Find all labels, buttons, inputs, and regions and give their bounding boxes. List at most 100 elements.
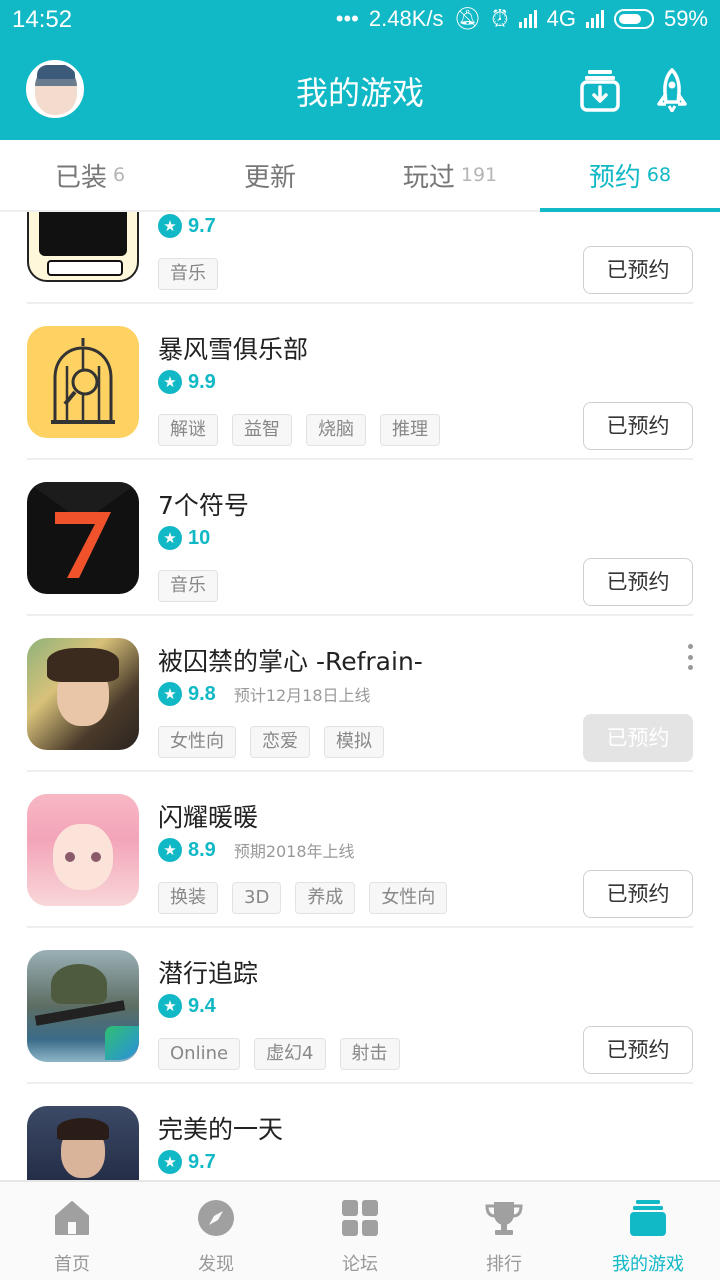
download-box-icon[interactable] [580, 68, 620, 112]
star-icon: ★ [158, 994, 182, 1018]
app-header: 我的游戏 [0, 40, 720, 140]
tag[interactable]: 解谜 [158, 414, 218, 446]
tag[interactable]: 女性向 [158, 726, 236, 758]
list-item[interactable]: 被囚禁的掌心 -Refrain- ★ 9.8 预计12月18日上线 女性向 恋爱… [0, 616, 720, 772]
rating-score: 9.8 [188, 682, 216, 705]
nav-discover[interactable]: 发现 [144, 1182, 288, 1280]
network-type: 4G [546, 6, 576, 31]
tag-list: 音乐 [158, 258, 218, 290]
tab-reserved[interactable]: 预约 68 [540, 140, 720, 212]
seven-symbol-icon [27, 482, 139, 578]
tag[interactable]: 3D [232, 882, 282, 914]
rocket-icon[interactable] [652, 68, 692, 112]
net-speed: 2.48K/s [368, 6, 444, 31]
rating-score: 9.9 [188, 370, 216, 393]
tag-list: 音乐 [158, 570, 218, 602]
reserved-button[interactable]: 已预约 [583, 1026, 693, 1074]
birdcage-icon [51, 338, 115, 424]
tag[interactable]: 女性向 [369, 882, 448, 914]
game-name[interactable]: 闪耀暖暖 [158, 798, 258, 834]
tag[interactable]: 射击 [339, 1038, 400, 1070]
game-icon-image [27, 950, 139, 1062]
tab-label: 预约 [588, 162, 641, 193]
reserved-games-list[interactable]: ★ 9.7 音乐 已预约 暴风雪俱乐部 ★ 9.9 解谜 益智 烧脑 推理 已预… [0, 212, 720, 1180]
star-icon: ★ [158, 370, 182, 394]
more-dots-icon: ••• [335, 6, 359, 31]
game-icon-image [27, 326, 139, 438]
rating-score: 9.7 [188, 214, 216, 237]
tag[interactable]: 音乐 [158, 258, 218, 290]
status-time: 14:52 [12, 6, 73, 33]
icon-badge [105, 1026, 139, 1060]
status-right: ••• 2.48K/s 🔕︎ ⏰︎ 4G 59% [336, 6, 708, 32]
tab-installed[interactable]: 已装 6 [0, 140, 180, 210]
tag-list: 换装 3D 养成 女性向 [158, 882, 448, 914]
game-rating: ★ 9.7 [158, 1150, 216, 1174]
game-name[interactable]: 7个符号 [158, 486, 249, 522]
star-icon: ★ [158, 682, 182, 706]
tag[interactable]: 恋爱 [250, 726, 310, 758]
star-icon: ★ [158, 526, 182, 550]
icon-character-face [53, 824, 113, 890]
signal-hd-icon [518, 10, 537, 28]
game-icon-image [27, 482, 139, 594]
reserved-button[interactable]: 已预约 [583, 246, 693, 294]
icon-character-eye [91, 852, 101, 862]
tab-played[interactable]: 玩过 191 [360, 140, 540, 210]
reserved-button[interactable]: 已预约 [583, 870, 693, 918]
tag[interactable]: 益智 [232, 414, 292, 446]
list-item[interactable]: 完美的一天 ★ 9.7 [0, 1084, 720, 1180]
reserved-button[interactable]: 已预约 [583, 558, 693, 606]
game-rating: ★ 9.7 [158, 214, 216, 238]
nav-ranking[interactable]: 排行 [432, 1182, 576, 1280]
game-name[interactable]: 被囚禁的掌心 -Refrain- [158, 642, 423, 678]
tag-list: 解谜 益智 烧脑 推理 [158, 414, 440, 446]
rating-score: 10 [188, 526, 211, 549]
app-screen: 14:52 ••• 2.48K/s 🔕︎ ⏰︎ 4G 59% 我的游戏 已装 6… [0, 0, 720, 1280]
tab-count: 6 [112, 164, 126, 186]
reserved-button[interactable]: 已预约 [583, 714, 693, 762]
star-icon: ★ [158, 214, 182, 238]
game-icon-image [27, 1106, 139, 1180]
tag[interactable]: 养成 [295, 882, 356, 914]
game-name[interactable]: 完美的一天 [158, 1110, 283, 1146]
tag[interactable]: 模拟 [324, 726, 384, 758]
tab-bar: 已装 6 更新 玩过 191 预约 68 [0, 140, 720, 212]
nav-label: 发现 [198, 1254, 234, 1275]
game-rating: ★ 9.4 [158, 994, 216, 1018]
tag[interactable]: Online [158, 1038, 241, 1070]
nav-home[interactable]: 首页 [0, 1182, 144, 1280]
icon-character-eye [65, 852, 75, 862]
nav-my-games[interactable]: 我的游戏 [576, 1182, 720, 1280]
list-item[interactable]: 闪耀暖暖 ★ 8.9 预期2018年上线 换装 3D 养成 女性向 已预约 [0, 772, 720, 928]
tag[interactable]: 音乐 [158, 570, 218, 602]
rating-score: 9.4 [188, 994, 216, 1017]
reserved-button[interactable]: 已预约 [583, 402, 693, 450]
tag[interactable]: 换装 [158, 882, 218, 914]
tab-label: 已装 [54, 162, 107, 193]
release-date: 预计12月18日上线 [233, 686, 371, 705]
home-icon [55, 1201, 89, 1235]
tab-count: 68 [646, 164, 672, 186]
game-icon-image [27, 212, 139, 282]
signal-icon [585, 10, 604, 28]
rating-score: 8.9 [188, 838, 216, 861]
list-item[interactable]: 7个符号 ★ 10 音乐 已预约 [0, 460, 720, 616]
grid-icon [342, 1200, 378, 1236]
tab-updates[interactable]: 更新 [180, 140, 360, 210]
game-name[interactable]: 潜行追踪 [158, 954, 258, 990]
tag[interactable]: 烧脑 [306, 414, 366, 446]
more-options-icon[interactable] [686, 644, 694, 670]
list-item[interactable]: 暴风雪俱乐部 ★ 9.9 解谜 益智 烧脑 推理 已预约 [0, 304, 720, 460]
game-rating: ★ 8.9 预期2018年上线 [158, 838, 355, 862]
compass-icon [198, 1200, 234, 1236]
nav-forum[interactable]: 论坛 [288, 1182, 432, 1280]
game-name[interactable]: 暴风雪俱乐部 [158, 330, 308, 366]
game-stack-icon [630, 1200, 666, 1236]
tag[interactable]: 推理 [380, 414, 440, 446]
release-date: 预期2018年上线 [233, 842, 355, 861]
tag[interactable]: 虚幻4 [254, 1038, 326, 1070]
list-item[interactable]: 潜行追踪 ★ 9.4 Online 虚幻4 射击 已预约 [0, 928, 720, 1084]
game-rating: ★ 9.9 [158, 370, 216, 394]
list-item[interactable]: ★ 9.7 音乐 已预约 [0, 212, 720, 304]
